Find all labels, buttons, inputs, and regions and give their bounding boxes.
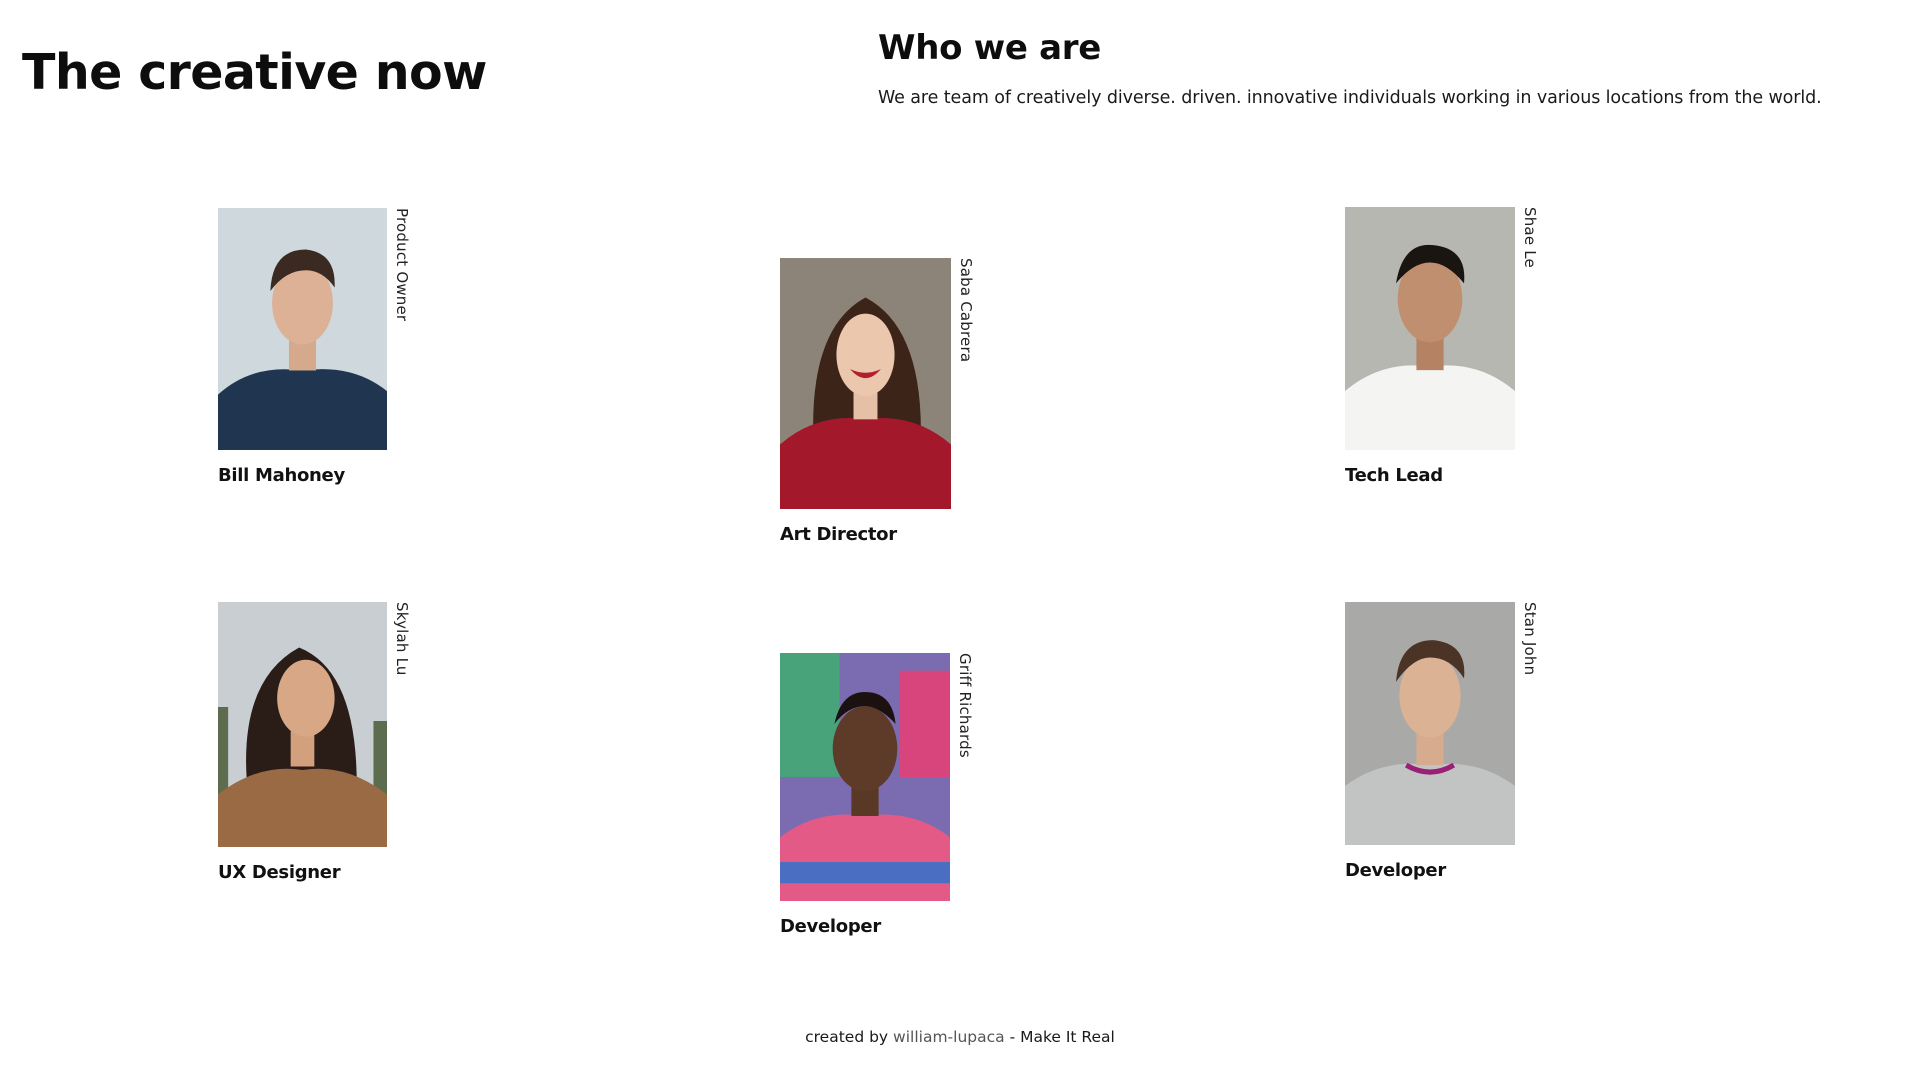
team-member-card: Product Owner Bill Mahoney <box>218 208 411 486</box>
member-name: Stan John <box>1521 602 1539 676</box>
member-photo <box>218 602 387 847</box>
member-role: Bill Mahoney <box>218 465 345 486</box>
member-photo <box>1345 602 1515 845</box>
page: The creative now Who we are We are team … <box>0 0 1920 1080</box>
member-photo <box>218 208 387 450</box>
team-member-card: Griff Richards Developer <box>780 653 974 937</box>
member-role: Art Director <box>780 524 897 545</box>
member-role: Developer <box>1345 860 1446 881</box>
team-member-card: Skylah Lu UX Designer <box>218 602 411 883</box>
member-name: Saba Cabrera <box>957 258 975 363</box>
author-link[interactable]: william-lupaca <box>893 1028 1005 1046</box>
team-member-card: Stan John Developer <box>1345 602 1539 881</box>
team-member-card: Saba Cabrera Art Director <box>780 258 975 545</box>
about-text: We are team of creatively diverse. drive… <box>878 88 1822 108</box>
footer-suffix: - Make It Real <box>1009 1028 1115 1046</box>
team-member-card: Shae Le Tech Lead <box>1345 207 1539 486</box>
member-role: Tech Lead <box>1345 465 1443 486</box>
member-photo <box>1345 207 1515 450</box>
member-photo <box>780 653 950 901</box>
page-title: The creative now <box>22 44 487 101</box>
about-heading: Who we are <box>878 28 1101 68</box>
member-name: Griff Richards <box>956 653 974 758</box>
member-photo <box>780 258 951 509</box>
member-role: Developer <box>780 916 881 937</box>
member-name: Shae Le <box>1521 207 1539 268</box>
member-name: Product Owner <box>393 208 411 322</box>
member-role: UX Designer <box>218 862 341 883</box>
footer: created by william-lupaca - Make It Real <box>0 1028 1920 1046</box>
footer-prefix: created by <box>805 1028 889 1046</box>
about-section: Who we are We are team of creatively div… <box>878 28 1898 108</box>
member-name: Skylah Lu <box>393 602 411 676</box>
